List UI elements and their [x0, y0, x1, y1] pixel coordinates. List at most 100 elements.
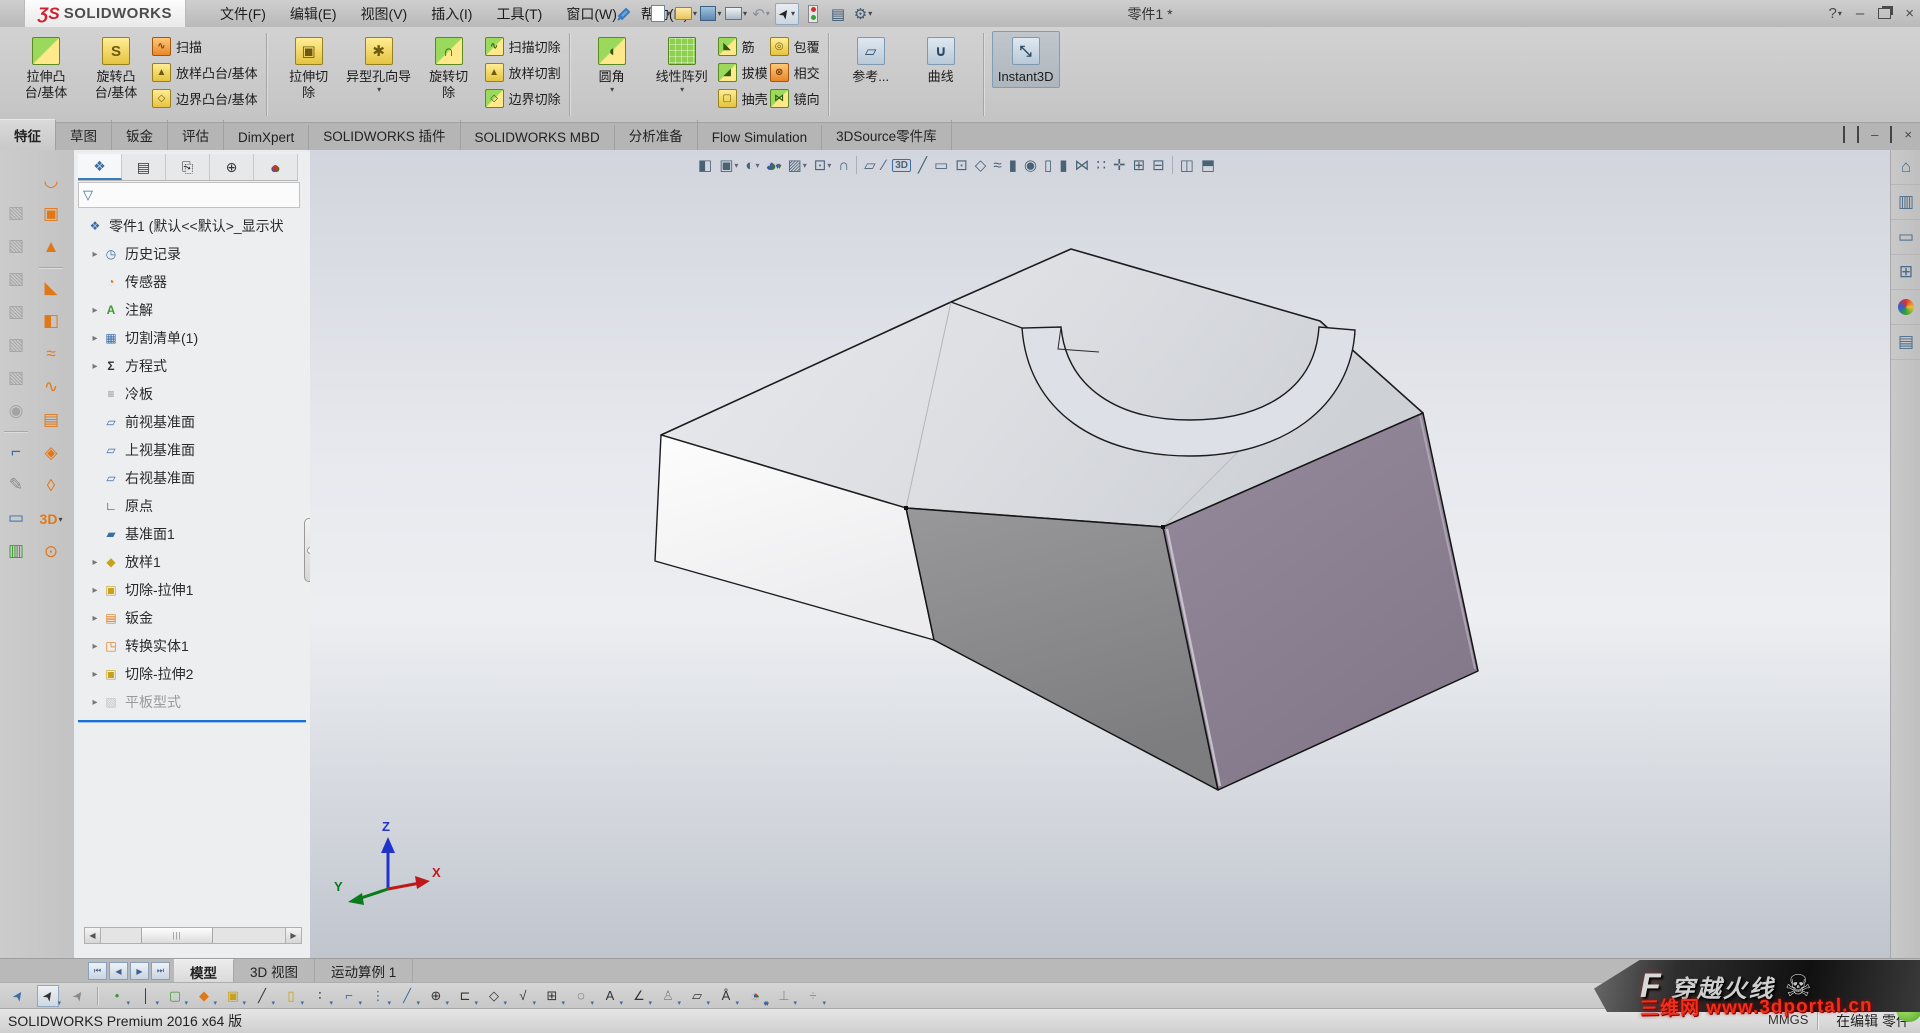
tree-item-基准面1[interactable]: ▰ 基准面1 — [74, 520, 310, 548]
extend-icon[interactable]: ÷ ▾ — [803, 986, 826, 1007]
instant3d-button[interactable]: ⤡ Instant3D — [991, 31, 1060, 88]
open-button[interactable]: ▾ — [675, 4, 697, 24]
split-vertical-icon[interactable]: ⬒ — [1201, 156, 1215, 174]
settings-button[interactable]: ⚙ ▾ — [852, 4, 874, 24]
tree-item-平板型式[interactable]: ▸ ▧ 平板型式 — [74, 688, 310, 716]
fillet-button[interactable]: ◖ 圆角 ▾ — [578, 31, 646, 97]
rebuild-button[interactable] — [802, 4, 824, 24]
view-palette-icon[interactable]: ⊞ — [1891, 255, 1920, 290]
tree-item-切除-拉伸1[interactable]: ▸ ▣ 切除-拉伸1 — [74, 576, 310, 604]
note-icon[interactable]: A ▾ — [600, 986, 623, 1007]
plane-icon[interactable]: ▱ — [864, 156, 876, 174]
corner-rectangle-icon[interactable]: ▭ — [934, 156, 948, 174]
expand-arrow-icon[interactable]: ▸ — [88, 557, 102, 568]
hem-icon[interactable]: ≈ — [38, 341, 64, 367]
sweep-tool-icon[interactable]: ▯ — [1044, 156, 1052, 174]
help-button[interactable]: ? ▾ — [1829, 5, 1842, 22]
appearances-sphere-icon[interactable]: ● — [1891, 290, 1920, 325]
select-button[interactable]: ➤ ▾ — [775, 2, 799, 25]
extrude-mini-icon[interactable]: ▥ — [3, 538, 29, 564]
doc-restore-button[interactable] — [1890, 126, 1893, 143]
angle-icon[interactable]: ∠ ▾ — [629, 986, 652, 1007]
convert-to-sheetmetal-icon[interactable]: ▣ — [38, 201, 64, 227]
tree-item-注解[interactable]: ▸ A 注解 — [74, 296, 310, 324]
part-3d-model[interactable]: Z X Y — [310, 150, 1890, 958]
hide-show-icon[interactable]: ⊟ — [1152, 156, 1165, 174]
tree-item-方程式[interactable]: ▸ Σ 方程式 — [74, 352, 310, 380]
tree-item-历史记录[interactable]: ▸ ◷ 历史记录 — [74, 240, 310, 268]
minimize-button[interactable]: – — [1856, 5, 1864, 22]
wrap-button[interactable]: ◎ 包覆 — [769, 35, 820, 57]
extrude-tool-icon[interactable]: ▮ — [1009, 156, 1017, 174]
menu-工具(T)[interactable]: 工具(T) — [486, 1, 552, 27]
spline-icon[interactable]: ≈ — [993, 157, 1001, 174]
doc-tab-3D 视图[interactable]: 3D 视图 — [234, 959, 316, 983]
rollback-bar[interactable] — [78, 720, 306, 723]
expand-arrow-icon[interactable]: ▸ — [88, 333, 102, 344]
solid-icon[interactable]: ▣ ▾ — [223, 986, 246, 1007]
polygon-tool-icon[interactable]: ◇ ▾ — [484, 986, 507, 1007]
menu-文件(F)[interactable]: 文件(F) — [210, 1, 276, 27]
edit-tool-icon[interactable]: ✎ — [3, 472, 29, 498]
center-rectangle-icon[interactable]: ⊡ — [955, 156, 968, 174]
pane-right-icon[interactable] — [1857, 126, 1860, 143]
cut-tool-icon[interactable]: ▮ — [1059, 156, 1067, 174]
doc-tab-运动算例 1[interactable]: 运动算例 1 — [315, 959, 414, 983]
expand-arrow-icon[interactable]: ▸ — [88, 305, 102, 316]
tab-分析准备[interactable]: 分析准备 — [615, 120, 698, 151]
expand-arrow-icon[interactable]: ▸ — [88, 697, 102, 708]
instant2d-icon[interactable]: ⊞ — [1133, 156, 1146, 174]
propertymanager-tab[interactable]: ▤ — [122, 154, 166, 180]
tab-钣金[interactable]: 钣金 — [112, 120, 168, 151]
tab-SOLIDWORKS 插件[interactable]: SOLIDWORKS 插件 — [309, 120, 461, 151]
annotation-icon[interactable]: Å ▾ — [716, 986, 739, 1007]
sweep-button[interactable]: ∿ 扫描 — [152, 35, 258, 57]
centerline-icon[interactable]: ∕ — [883, 157, 886, 174]
line-tool-icon[interactable]: ╱ ▾ — [252, 986, 275, 1007]
tab-nav-1[interactable]: ◀ — [109, 962, 128, 980]
doc-close-button[interactable]: × — [1904, 127, 1912, 142]
doc-minimize-button[interactable]: – — [1871, 127, 1878, 142]
surface-icon[interactable]: ◆ ▾ — [194, 986, 217, 1007]
tree-item-切除-拉伸2[interactable]: ▸ ▣ 切除-拉伸2 — [74, 660, 310, 688]
tree-filter-field[interactable]: ▽ — [78, 182, 300, 208]
tab-SOLIDWORKS MBD[interactable]: SOLIDWORKS MBD — [461, 125, 615, 151]
expand-arrow-icon[interactable]: ▸ — [88, 613, 102, 624]
custom-properties-icon[interactable]: ▤ — [1891, 325, 1920, 360]
tree-item-切割清单(1)[interactable]: ▸ ▦ 切割清单(1) — [74, 324, 310, 352]
boundary-cut-button[interactable]: ◇ 边界切除 — [484, 87, 561, 109]
close-button[interactable]: × — [1905, 5, 1914, 22]
linear-pattern-button[interactable]: 线性阵列 ▾ — [648, 31, 716, 97]
curves-button[interactable]: ∪ 曲线 — [907, 31, 975, 88]
menu-编辑(E)[interactable]: 编辑(E) — [280, 1, 347, 27]
toolbar-sphere-icon[interactable]: ◉ — [3, 398, 29, 424]
line-icon[interactable]: ╱ — [918, 156, 927, 174]
toolbar-cube-icon[interactable]: ▧ — [3, 299, 29, 325]
pie-icon[interactable]: ◔ ▾ — [745, 986, 768, 1007]
tree-root-item[interactable]: ❖ 零件1 (默认<<默认>_显示状 — [74, 212, 310, 240]
tab-nav-2[interactable]: ▶ — [130, 962, 149, 980]
scrollbar-thumb[interactable]: ||| — [141, 928, 213, 943]
point-icon[interactable]: • ▾ — [107, 986, 130, 1007]
sketch-3d-icon[interactable]: 3D — [892, 158, 911, 172]
slot-icon[interactable]: ⊏ ▾ — [455, 986, 478, 1007]
configurationmanager-tab[interactable]: ⎘ — [166, 154, 210, 180]
tree-horizontal-scrollbar[interactable]: ◀ ||| ▶ — [84, 927, 302, 944]
expand-arrow-icon[interactable]: ▸ — [88, 585, 102, 596]
dimension-icon[interactable]: ⊞ ▾ — [542, 986, 565, 1007]
extrude-mini-icon[interactable]: ▯ ▾ — [281, 986, 304, 1007]
shell-button[interactable]: ▢ 抽壳 — [717, 87, 768, 109]
boundary-boss-button[interactable]: ◇ 边界凸台/基体 — [152, 87, 258, 109]
view-orientation-icon[interactable]: ▣ ▾ — [719, 156, 738, 174]
tab-nav-3[interactable]: ⏭ — [151, 962, 170, 980]
home-icon[interactable]: ⌂ — [1891, 150, 1920, 185]
tab-DimXpert[interactable]: DimXpert — [224, 125, 310, 151]
base-flange-icon[interactable]: ◡ — [38, 168, 64, 194]
pane-left-icon[interactable] — [1843, 126, 1846, 143]
graphics-viewport[interactable]: ◧ ▣ ▾ ◐ ▾ ◕ ▾ ▨ ▾ ⊡ ▾ ∩ ▱ ∕ 3D ╱ ▭ ⊡ ◇ ≈ ▮ ◉ ▯ ▮ ⋈ ∷ ✛ ⊞ ⊟ ◫ ⬒ — [310, 150, 1890, 958]
revolve-tool-icon[interactable]: ◉ — [1024, 156, 1037, 174]
tree-item-传感器[interactable]: ◔ 传感器 — [74, 268, 310, 296]
split-horizontal-icon[interactable]: ◫ — [1180, 156, 1194, 174]
undo-button[interactable]: ↶ ▾ — [750, 4, 772, 24]
pin-menu-icon[interactable] — [615, 4, 633, 22]
